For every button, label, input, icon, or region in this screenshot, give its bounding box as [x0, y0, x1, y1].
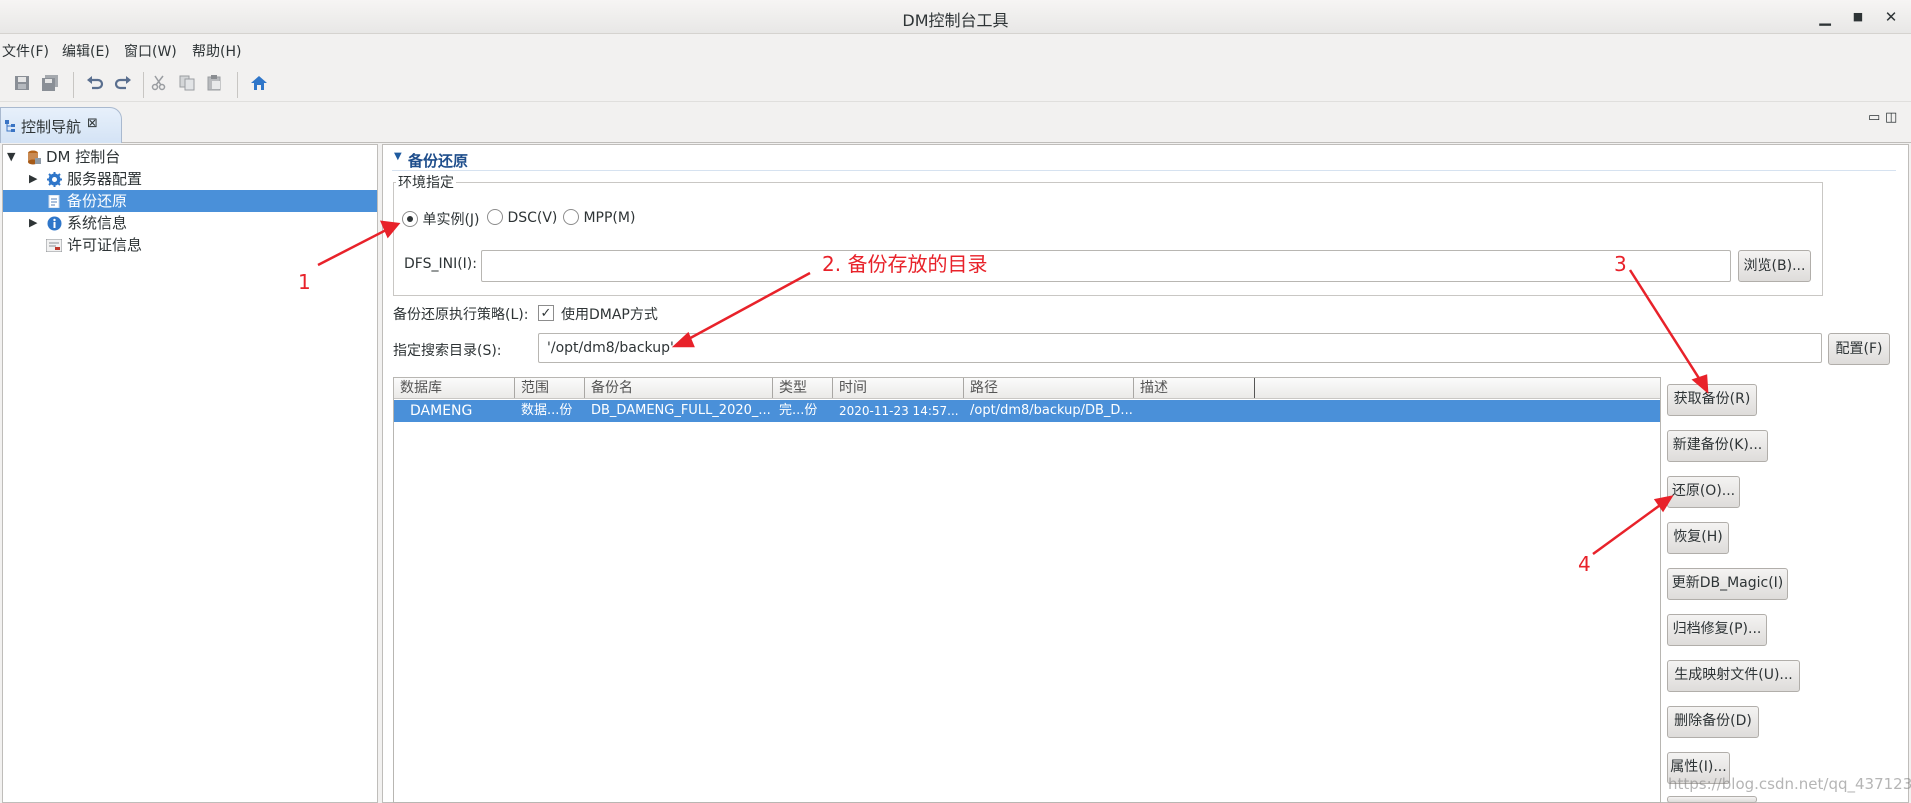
arrow-3-head [1691, 374, 1709, 394]
annotation-label-1: 1 [298, 270, 311, 294]
arrow-1-head [379, 220, 401, 239]
annotation-label-4: 4 [1578, 552, 1591, 576]
annotation-arrows [317, 220, 1709, 556]
arrow-2-head [671, 331, 695, 348]
annotation-label-2: 2. 备份存放的目录 [822, 252, 988, 276]
arrow-4-head [1653, 495, 1674, 513]
annotation-label-3: 3 [1614, 252, 1627, 276]
watermark: https://blog.csdn.net/qq_43712332 [1668, 775, 1911, 793]
